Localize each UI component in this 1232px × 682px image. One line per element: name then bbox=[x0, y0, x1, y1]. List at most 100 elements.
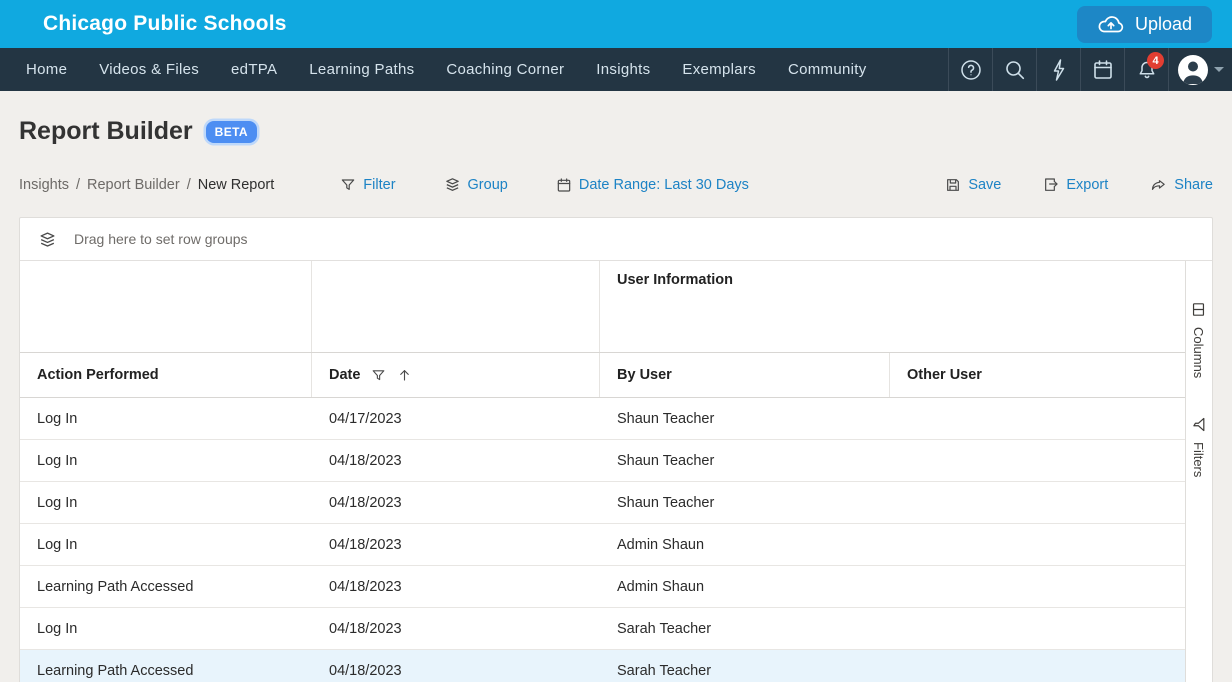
row-group-drop-zone[interactable]: Drag here to set row groups bbox=[20, 218, 1212, 261]
column-header-by-user[interactable]: By User bbox=[600, 353, 890, 397]
table-row[interactable]: Log In 04/18/2023 Shaun Teacher bbox=[20, 440, 1185, 482]
notification-badge: 4 bbox=[1147, 52, 1164, 69]
cell-action: Log In bbox=[20, 524, 312, 565]
notifications-button[interactable]: 4 bbox=[1124, 48, 1168, 91]
cloud-upload-icon bbox=[1097, 13, 1125, 35]
cell-action: Log In bbox=[20, 440, 312, 481]
column-header-label: By User bbox=[617, 367, 672, 383]
cell-by-user: Sarah Teacher bbox=[600, 650, 890, 682]
filter-icon bbox=[340, 177, 356, 193]
group-layers-icon bbox=[444, 176, 461, 193]
filter-button[interactable]: Filter bbox=[340, 176, 395, 193]
nav-item-exemplars[interactable]: Exemplars bbox=[666, 48, 772, 91]
main-nav: Home Videos & Files edTPA Learning Paths… bbox=[0, 48, 1232, 91]
breadcrumb-separator: / bbox=[187, 177, 191, 193]
cell-by-user: Admin Shaun bbox=[600, 566, 890, 607]
cell-date: 04/18/2023 bbox=[312, 440, 600, 481]
date-range-button[interactable]: Date Range: Last 30 Days bbox=[556, 176, 749, 193]
row-group-drop-hint: Drag here to set row groups bbox=[74, 231, 248, 247]
main-content: Report Builder BETA Insights / Report Bu… bbox=[0, 117, 1232, 682]
cell-by-user: Admin Shaun bbox=[600, 524, 890, 565]
table-row[interactable]: Log In 04/18/2023 Shaun Teacher bbox=[20, 482, 1185, 524]
column-header-other-user[interactable]: Other User bbox=[890, 353, 1185, 397]
breadcrumb: Insights / Report Builder / New Report bbox=[19, 177, 274, 193]
lightning-icon bbox=[1048, 58, 1070, 82]
help-button[interactable] bbox=[948, 48, 992, 91]
cell-action: Learning Path Accessed bbox=[20, 566, 312, 607]
nav-icon-bar: 4 bbox=[948, 48, 1232, 91]
date-range-label: Date Range: Last 30 Days bbox=[579, 177, 749, 193]
nav-items: Home Videos & Files edTPA Learning Paths… bbox=[0, 48, 883, 91]
chevron-down-icon bbox=[1214, 67, 1224, 72]
cell-other-user bbox=[890, 398, 1185, 439]
calendar-button[interactable] bbox=[1080, 48, 1124, 91]
breadcrumb-current: New Report bbox=[198, 177, 275, 193]
group-button[interactable]: Group bbox=[444, 176, 508, 193]
nav-item-insights[interactable]: Insights bbox=[580, 48, 666, 91]
column-header-date[interactable]: Date bbox=[312, 353, 600, 397]
group-cell-empty bbox=[312, 261, 600, 352]
page-head: Report Builder BETA bbox=[19, 117, 1213, 146]
side-tab-filters[interactable]: Filters bbox=[1190, 416, 1207, 477]
date-filter-icon[interactable] bbox=[371, 368, 386, 383]
cell-other-user bbox=[890, 524, 1185, 565]
table-row-highlighted[interactable]: Learning Path Accessed 04/18/2023 Sarah … bbox=[20, 650, 1185, 682]
group-cell-empty bbox=[20, 261, 312, 352]
grid-side-bar: Columns Filters bbox=[1185, 261, 1211, 682]
cell-date: 04/18/2023 bbox=[312, 608, 600, 649]
report-toolbar: Insights / Report Builder / New Report F… bbox=[19, 176, 1213, 193]
breadcrumb-report-builder[interactable]: Report Builder bbox=[87, 177, 180, 193]
avatar bbox=[1178, 55, 1208, 85]
side-tab-columns[interactable]: Columns bbox=[1190, 301, 1207, 378]
cell-by-user: Sarah Teacher bbox=[600, 608, 890, 649]
upload-button[interactable]: Upload bbox=[1077, 6, 1212, 43]
nav-item-edtpa[interactable]: edTPA bbox=[215, 48, 293, 91]
account-menu-button[interactable] bbox=[1168, 48, 1232, 91]
date-range-calendar-icon bbox=[556, 177, 572, 193]
column-header-action-performed[interactable]: Action Performed bbox=[20, 353, 312, 397]
cell-other-user bbox=[890, 650, 1185, 682]
column-header-label: Date bbox=[329, 367, 360, 383]
nav-item-coaching-corner[interactable]: Coaching Corner bbox=[430, 48, 580, 91]
table-row[interactable]: Log In 04/17/2023 Shaun Teacher bbox=[20, 398, 1185, 440]
sort-asc-icon[interactable] bbox=[397, 367, 412, 383]
cell-by-user: Shaun Teacher bbox=[600, 482, 890, 523]
cell-by-user: Shaun Teacher bbox=[600, 398, 890, 439]
save-button[interactable]: Save bbox=[945, 177, 1001, 193]
side-tab-columns-label: Columns bbox=[1191, 327, 1206, 378]
column-header-label: Other User bbox=[907, 367, 982, 383]
share-button[interactable]: Share bbox=[1150, 177, 1213, 193]
beta-badge: BETA bbox=[206, 121, 257, 143]
search-button[interactable] bbox=[992, 48, 1036, 91]
nav-item-community[interactable]: Community bbox=[772, 48, 883, 91]
search-icon bbox=[1003, 58, 1027, 82]
quick-actions-button[interactable] bbox=[1036, 48, 1080, 91]
page-title: Report Builder bbox=[19, 117, 193, 146]
table-row[interactable]: Log In 04/18/2023 Admin Shaun bbox=[20, 524, 1185, 566]
upload-label: Upload bbox=[1135, 14, 1192, 35]
export-label: Export bbox=[1066, 177, 1108, 193]
nav-item-videos-files[interactable]: Videos & Files bbox=[83, 48, 215, 91]
breadcrumb-insights[interactable]: Insights bbox=[19, 177, 69, 193]
cell-date: 04/18/2023 bbox=[312, 524, 600, 565]
toolbar-right-actions: Save Export Share bbox=[945, 177, 1213, 193]
export-button[interactable]: Export bbox=[1043, 177, 1108, 193]
table-row[interactable]: Log In 04/18/2023 Sarah Teacher bbox=[20, 608, 1185, 650]
cell-other-user bbox=[890, 482, 1185, 523]
save-icon bbox=[945, 177, 961, 193]
column-header-label: Action Performed bbox=[37, 367, 159, 383]
column-group-header-row: User Information bbox=[20, 261, 1185, 353]
report-grid-panel: Drag here to set row groups User Informa… bbox=[19, 217, 1213, 682]
cell-date: 04/18/2023 bbox=[312, 650, 600, 682]
cell-other-user bbox=[890, 608, 1185, 649]
table-row[interactable]: Learning Path Accessed 04/18/2023 Admin … bbox=[20, 566, 1185, 608]
cell-other-user bbox=[890, 440, 1185, 481]
nav-item-learning-paths[interactable]: Learning Paths bbox=[293, 48, 430, 91]
nav-item-home[interactable]: Home bbox=[10, 48, 83, 91]
cell-other-user bbox=[890, 566, 1185, 607]
cell-date: 04/18/2023 bbox=[312, 482, 600, 523]
cell-action: Log In bbox=[20, 482, 312, 523]
filter-label: Filter bbox=[363, 177, 395, 193]
breadcrumb-separator: / bbox=[76, 177, 80, 193]
column-group-user-information[interactable]: User Information bbox=[600, 261, 1185, 352]
